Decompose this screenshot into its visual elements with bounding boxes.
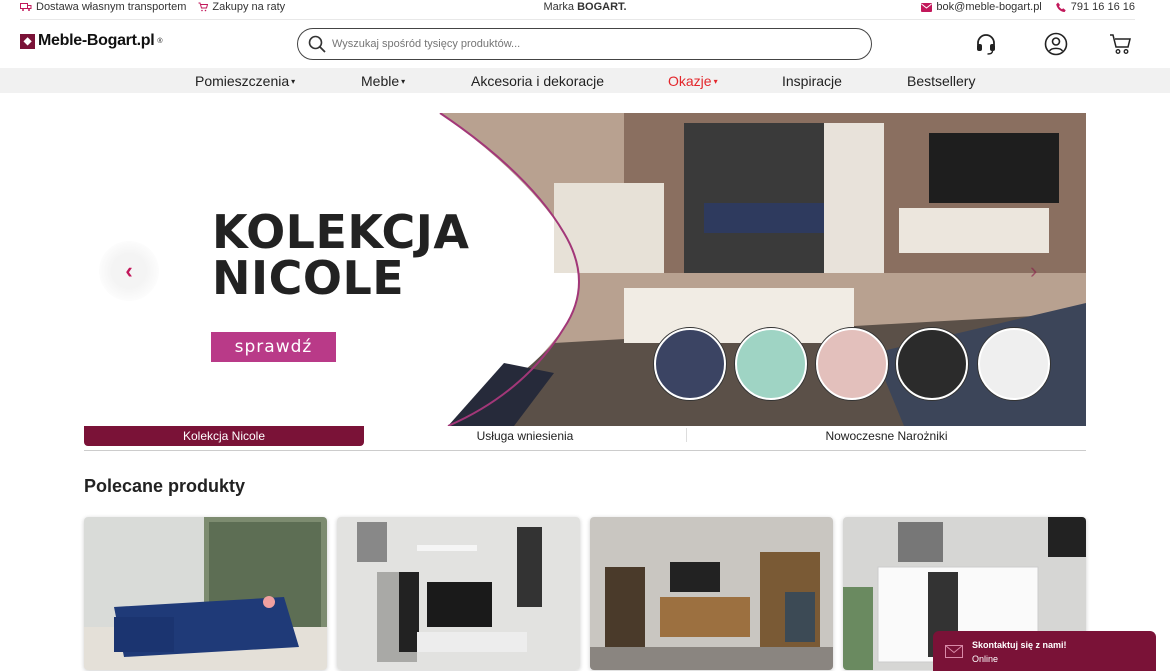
search-bar[interactable]: [297, 28, 872, 60]
envelope-icon: [921, 2, 933, 12]
site-header: ◆ Meble-Bogart.pl ®: [0, 20, 1170, 68]
caret-down-icon: ▾: [291, 76, 296, 86]
nav-item-inspiracje[interactable]: Inspiracje: [782, 73, 842, 89]
color-swatch-black: [896, 328, 968, 400]
email-label: bok@meble-bogart.pl: [936, 1, 1042, 13]
chevron-right-icon: ›: [1030, 258, 1038, 283]
user-account-icon[interactable]: [1044, 32, 1068, 56]
chat-title: Skontaktuj się z nami!: [972, 640, 1067, 650]
carousel-prev-button[interactable]: ‹: [99, 241, 159, 301]
site-logo[interactable]: ◆ Meble-Bogart.pl ®: [20, 32, 163, 50]
hero-title: KOLEKCJA NICOLE: [212, 209, 469, 301]
nav-item-bestsellery[interactable]: Bestsellery: [907, 73, 975, 89]
envelope-icon: [945, 645, 963, 658]
nav-label: Okazje: [668, 73, 712, 89]
carousel-tabs: Kolekcja Nicole Usługa wniesienia Nowocz…: [84, 426, 1086, 451]
nav-item-akcesoria[interactable]: Akcesoria i dekoracje: [471, 73, 604, 89]
carousel-next-button[interactable]: ›: [1030, 258, 1037, 284]
product-image: [337, 517, 580, 670]
nav-label: Inspiracje: [782, 73, 842, 89]
main-navigation: Pomieszczenia ▾ Meble ▾ Akcesoria i dekora…: [0, 68, 1170, 93]
chat-widget[interactable]: Skontaktuj się z nami! Online: [933, 631, 1156, 671]
color-swatch-pink: [816, 328, 888, 400]
top-info-bar: Dostawa własnym transportem Zakupy na ra…: [0, 0, 1170, 20]
product-image: [84, 517, 327, 670]
tab-kolekcja-nicole[interactable]: Kolekcja Nicole: [84, 426, 364, 446]
color-swatch-white: [978, 328, 1050, 400]
caret-down-icon: ▾: [401, 76, 406, 86]
brand-prefix: Marka: [543, 1, 578, 13]
tab-nowoczesne-narozniki[interactable]: Nowoczesne Narożniki: [687, 426, 1086, 446]
hero-title-line2: NICOLE: [212, 251, 405, 305]
tab-usluga-wniesienia[interactable]: Usługa wniesienia: [364, 426, 686, 446]
search-icon[interactable]: [308, 35, 326, 53]
hero-banner[interactable]: KOLEKCJA NICOLE sprawdź: [84, 113, 1086, 426]
nav-label: Bestsellery: [907, 73, 976, 89]
cart-icon[interactable]: [1109, 32, 1133, 56]
product-card[interactable]: [84, 517, 327, 670]
section-title: Polecane produkty: [84, 476, 246, 496]
color-swatch-navy: [654, 328, 726, 400]
nav-item-pomieszczenia[interactable]: Pomieszczenia ▾: [195, 73, 295, 89]
nav-item-okazje[interactable]: Okazje ▾: [668, 73, 718, 89]
logo-registered: ®: [157, 37, 163, 45]
brand-name: BOGART.: [577, 1, 627, 13]
search-input[interactable]: [332, 38, 832, 50]
chat-status: Online: [972, 654, 999, 664]
logo-text: Meble-Bogart.pl: [38, 32, 155, 49]
nav-label: Pomieszczenia: [195, 73, 290, 89]
phone-label: 791 16 16 16: [1070, 1, 1135, 13]
color-swatch-mint: [735, 328, 807, 400]
nav-label: Meble: [361, 73, 400, 89]
phone-link[interactable]: 791 16 16 16: [1055, 1, 1135, 13]
nav-label: Akcesoria i dekoracje: [471, 73, 605, 89]
logo-mark-icon: ◆: [20, 33, 35, 49]
headset-icon[interactable]: [975, 32, 997, 56]
product-image: [590, 517, 833, 670]
phone-icon: [1055, 2, 1066, 12]
product-card[interactable]: [337, 517, 580, 670]
chevron-left-icon: ‹: [125, 258, 133, 283]
hero-cta-button[interactable]: sprawdź: [211, 332, 336, 362]
caret-down-icon: ▾: [713, 76, 718, 86]
product-card[interactable]: [590, 517, 833, 670]
nav-item-meble[interactable]: Meble ▾: [361, 73, 405, 89]
email-link[interactable]: bok@meble-bogart.pl: [921, 1, 1042, 13]
